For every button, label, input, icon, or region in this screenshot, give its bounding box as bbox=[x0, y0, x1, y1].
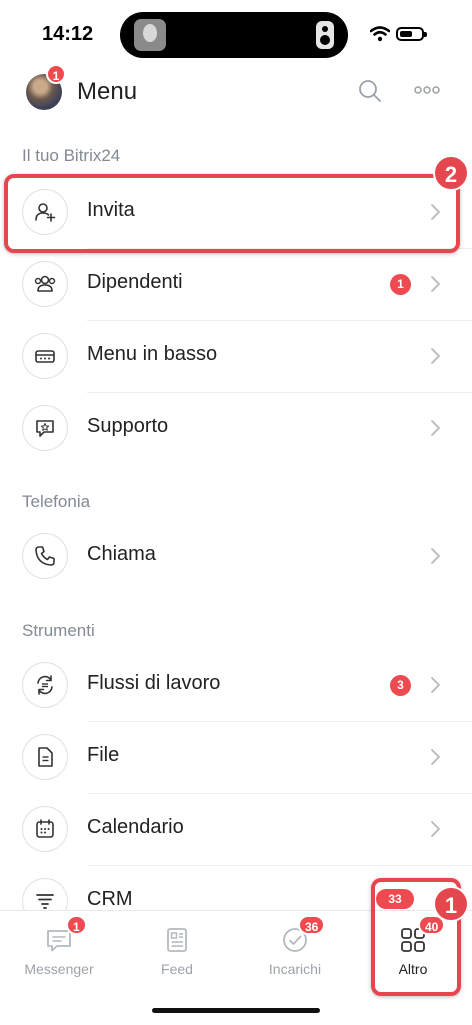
menu-item-label: Flussi di lavoro bbox=[87, 672, 221, 694]
chevron-right-icon bbox=[431, 348, 440, 364]
file-icon bbox=[22, 734, 68, 780]
callout-step-2: 2 bbox=[433, 155, 469, 191]
workflow-icon bbox=[22, 662, 68, 708]
calendar-icon bbox=[22, 806, 68, 852]
tab-label: Feed bbox=[161, 961, 193, 977]
menu-item-flussi-di-lavoro[interactable]: Flussi di lavoro 3 bbox=[0, 650, 472, 722]
menu-item-label: Menu in basso bbox=[87, 343, 218, 365]
callout-step-1: 1 bbox=[433, 886, 469, 922]
chevron-right-icon bbox=[431, 548, 440, 564]
count-badge: 3 bbox=[390, 675, 411, 696]
status-bar: 14:12 bbox=[0, 0, 472, 70]
section-label-bitrix24: Il tuo Bitrix24 bbox=[22, 146, 121, 165]
battery-icon bbox=[396, 27, 427, 41]
tab-badge: 1 bbox=[66, 915, 87, 935]
menu-item-label: Chiama bbox=[87, 543, 156, 565]
menu-item-label: Calendario bbox=[87, 816, 184, 838]
section-label-strumenti: Strumenti bbox=[22, 621, 95, 640]
menu-header: 1 Menu bbox=[0, 64, 472, 116]
avatar-badge: 1 bbox=[46, 64, 66, 84]
menu-item-label: File bbox=[87, 744, 120, 766]
tab-badge: 36 bbox=[298, 915, 326, 935]
tab-messenger[interactable]: 1 Messenger bbox=[0, 911, 118, 991]
chevron-right-icon bbox=[431, 677, 440, 693]
bottom-menu-icon bbox=[22, 333, 68, 379]
menu-item-file[interactable]: File bbox=[0, 722, 472, 794]
search-icon[interactable] bbox=[358, 79, 382, 103]
tab-label: Incarichi bbox=[268, 961, 322, 977]
chevron-right-icon bbox=[431, 420, 440, 436]
chevron-right-icon bbox=[431, 821, 440, 837]
highlight-invita bbox=[4, 174, 460, 253]
tab-label: Messenger bbox=[24, 961, 94, 977]
speaker-icon bbox=[316, 21, 334, 49]
support-chat-icon bbox=[22, 405, 68, 451]
menu-item-chiama[interactable]: Chiama bbox=[0, 521, 472, 593]
page-title: Menu bbox=[77, 78, 138, 105]
menu-item-menu-in-basso[interactable]: Menu in basso bbox=[0, 321, 472, 393]
chevron-right-icon bbox=[431, 276, 440, 292]
count-badge: 1 bbox=[390, 274, 411, 295]
home-indicator bbox=[152, 1008, 320, 1013]
menu-item-calendario[interactable]: Calendario bbox=[0, 794, 472, 866]
dynamic-island bbox=[120, 12, 348, 58]
tab-feed[interactable]: Feed bbox=[118, 911, 236, 991]
chevron-right-icon bbox=[431, 749, 440, 765]
phone-icon bbox=[22, 533, 68, 579]
now-playing-thumbnail bbox=[134, 19, 166, 51]
menu-item-label: Supporto bbox=[87, 415, 169, 437]
feed-icon bbox=[167, 928, 187, 952]
menu-item-label: CRM bbox=[87, 888, 133, 910]
employees-icon bbox=[22, 261, 68, 307]
menu-item-label: Dipendenti bbox=[87, 271, 183, 293]
tab-incarichi[interactable]: 36 Incarichi bbox=[236, 911, 354, 991]
status-time: 14:12 bbox=[42, 23, 94, 45]
more-options-icon[interactable] bbox=[414, 85, 440, 95]
menu-item-supporto[interactable]: Supporto bbox=[0, 393, 472, 465]
wifi-icon bbox=[370, 26, 390, 42]
menu-item-dipendenti[interactable]: Dipendenti 1 bbox=[0, 249, 472, 321]
section-label-telefonia: Telefonia bbox=[22, 492, 91, 511]
